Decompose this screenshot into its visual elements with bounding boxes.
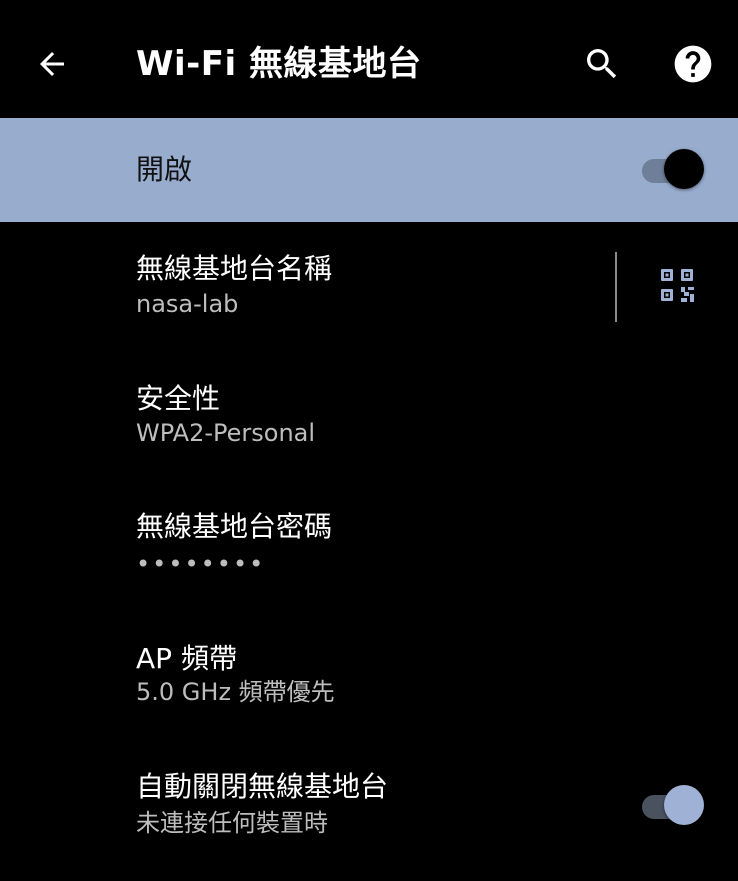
security-row[interactable]: 安全性 WPA2-Personal <box>0 352 738 480</box>
back-button[interactable] <box>22 34 82 94</box>
hotspot-password-title: 無線基地台密碼 <box>136 510 333 543</box>
ap-band-value: 5.0 GHz 頻帶優先 <box>136 678 335 706</box>
arrow-back-icon <box>40 52 64 76</box>
hotspot-password-row[interactable]: 無線基地台密碼 •••••••• <box>0 480 738 612</box>
hotspot-name-value: nasa-lab <box>136 290 239 318</box>
main-switch-label: 開啟 <box>136 153 193 186</box>
switch-thumb <box>664 149 704 189</box>
auto-turn-off-summary: 未連接任何裝置時 <box>136 809 328 837</box>
help-button[interactable] <box>663 34 723 94</box>
main-switch-bar[interactable]: 開啟 <box>0 118 738 222</box>
ap-band-row[interactable]: AP 頻帶 5.0 GHz 頻帶優先 <box>0 612 738 740</box>
main-toggle-switch[interactable] <box>642 149 704 189</box>
security-value: WPA2-Personal <box>136 419 316 447</box>
auto-turn-off-switch[interactable] <box>642 785 704 825</box>
share-qr-button[interactable] <box>648 256 708 316</box>
search-button[interactable] <box>572 34 632 94</box>
page-title: Wi-Fi 無線基地台 <box>136 44 422 84</box>
qr-code-icon <box>661 269 694 302</box>
security-title: 安全性 <box>136 382 221 415</box>
hotspot-name-row[interactable]: 無線基地台名稱 nasa-lab <box>0 222 738 352</box>
auto-turn-off-row[interactable]: 自動關閉無線基地台 未連接任何裝置時 <box>0 740 738 881</box>
search-icon <box>587 49 617 79</box>
ap-band-title: AP 頻帶 <box>136 642 237 675</box>
auto-turn-off-title: 自動關閉無線基地台 <box>136 770 389 803</box>
help-icon <box>674 45 712 83</box>
app-bar: Wi-Fi 無線基地台 <box>0 0 738 118</box>
hotspot-password-value: •••••••• <box>136 550 266 578</box>
switch-thumb <box>664 785 704 825</box>
divider <box>615 252 617 322</box>
hotspot-name-title: 無線基地台名稱 <box>136 252 333 285</box>
